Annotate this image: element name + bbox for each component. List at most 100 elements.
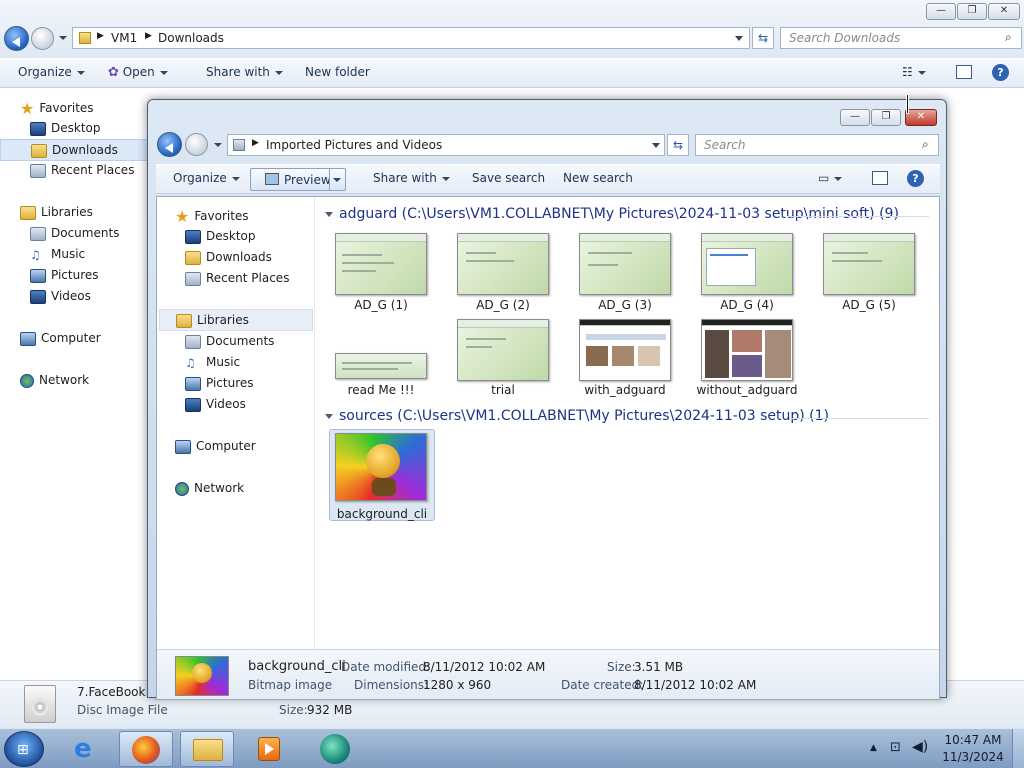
taskbar-internet-explorer[interactable]: e: [62, 731, 116, 767]
recent-pages-dropdown[interactable]: [59, 36, 67, 40]
preview-button[interactable]: Preview: [250, 168, 346, 191]
nav-downloads[interactable]: Downloads: [185, 250, 272, 265]
refresh-icon[interactable]: ⇆: [667, 134, 689, 156]
organize-button[interactable]: Organize: [18, 65, 85, 79]
preview-pane-icon[interactable]: [872, 171, 888, 185]
thumbnail[interactable]: [457, 319, 549, 381]
file-ad-g-3[interactable]: AD_G (3): [565, 298, 685, 312]
search-icon[interactable]: ⌕: [922, 137, 929, 152]
thumbnail[interactable]: [701, 233, 793, 295]
nav-recent-places[interactable]: Recent Places: [185, 271, 289, 286]
file-ad-g-1[interactable]: AD_G (1): [321, 298, 441, 312]
show-desktop-button[interactable]: [1012, 729, 1024, 768]
nav-libraries[interactable]: Libraries: [20, 205, 93, 220]
preview-pane-icon[interactable]: [956, 65, 972, 79]
clock-time[interactable]: 10:47 AM: [938, 733, 1008, 747]
thumbnail[interactable]: [701, 319, 793, 381]
address-dropdown-icon[interactable]: [652, 143, 660, 148]
breadcrumb-vm1[interactable]: VM1: [111, 31, 137, 45]
clock-date[interactable]: 11/3/2024: [938, 750, 1008, 764]
nav-network[interactable]: Network: [175, 481, 244, 496]
nav-favorites[interactable]: ★ Favorites: [20, 99, 94, 118]
nav-pictures[interactable]: Pictures: [185, 376, 254, 391]
search-icon[interactable]: ⌕: [1005, 30, 1012, 45]
change-view-icon[interactable]: ▭: [818, 171, 843, 185]
organize-button[interactable]: Organize: [173, 171, 240, 185]
breadcrumb-imported[interactable]: Imported Pictures and Videos: [266, 138, 442, 152]
close-button[interactable]: ✕: [905, 109, 937, 126]
collapse-icon[interactable]: [325, 413, 333, 419]
back-window-titlebar: — ❐ ✕ ▶ VM1 ▶ Downloads ⇆ Search Downloa…: [0, 0, 1024, 58]
forward-button[interactable]: [31, 27, 54, 50]
thumbnail[interactable]: [823, 233, 915, 295]
address-bar[interactable]: ▶ Imported Pictures and Videos: [227, 134, 665, 156]
taskbar-firefox[interactable]: [119, 731, 173, 767]
file-with-adguard[interactable]: with_adguard: [565, 383, 685, 397]
file-ad-g-5[interactable]: AD_G (5): [809, 298, 929, 312]
file-background-cli[interactable]: background_cli: [322, 507, 442, 521]
forward-button[interactable]: [185, 133, 208, 156]
share-with-button[interactable]: Share with: [373, 171, 450, 185]
file-ad-g-4[interactable]: AD_G (4): [687, 298, 807, 312]
file-ad-g-2[interactable]: AD_G (2): [443, 298, 563, 312]
nav-music[interactable]: ♫ Music: [185, 355, 240, 370]
thumbnail[interactable]: [335, 233, 427, 295]
group-header-sources[interactable]: sources (C:\Users\VM1.COLLABNET\My Pictu…: [325, 408, 829, 424]
preview-dropdown-icon[interactable]: [333, 178, 341, 182]
search-input[interactable]: Search Downloads ⌕: [780, 27, 1022, 49]
thumbnail[interactable]: [579, 233, 671, 295]
nav-computer[interactable]: Computer: [175, 439, 256, 454]
volume-icon[interactable]: ◀): [912, 739, 928, 755]
nav-computer[interactable]: Computer: [20, 331, 101, 346]
nav-libraries[interactable]: Libraries: [159, 309, 313, 331]
nav-videos[interactable]: Videos: [30, 289, 91, 304]
maximize-button[interactable]: ❐: [871, 109, 901, 126]
nav-music[interactable]: ♫ Music: [30, 247, 85, 262]
help-icon[interactable]: ?: [992, 64, 1009, 81]
group-header-adguard[interactable]: adguard (C:\Users\VM1.COLLABNET\My Pictu…: [325, 206, 899, 222]
close-button[interactable]: ✕: [988, 3, 1020, 20]
back-button[interactable]: [157, 132, 182, 157]
thumbnail[interactable]: [335, 353, 427, 379]
nav-videos[interactable]: Videos: [185, 397, 246, 412]
share-with-button[interactable]: Share with: [206, 65, 283, 79]
address-bar[interactable]: ▶ VM1 ▶ Downloads: [72, 27, 750, 49]
breadcrumb-downloads[interactable]: Downloads: [158, 31, 224, 45]
save-search-button[interactable]: Save search: [472, 171, 545, 185]
thumbnail[interactable]: [457, 233, 549, 295]
file-without-adguard[interactable]: without_adguard: [687, 383, 807, 397]
open-button[interactable]: ✿ Open: [108, 65, 168, 80]
taskbar-explorer[interactable]: [180, 731, 234, 767]
network-tray-icon[interactable]: ⊡: [890, 740, 901, 755]
back-button[interactable]: [4, 26, 29, 51]
new-search-button[interactable]: New search: [563, 171, 633, 185]
nav-desktop[interactable]: Desktop: [185, 229, 256, 244]
new-folder-button[interactable]: New folder: [305, 65, 370, 79]
recent-pages-dropdown[interactable]: [214, 143, 222, 147]
maximize-button[interactable]: ❐: [957, 3, 987, 20]
nav-desktop[interactable]: Desktop: [30, 121, 101, 136]
file-trial[interactable]: trial: [443, 383, 563, 397]
nav-recent-places[interactable]: Recent Places: [30, 163, 134, 178]
change-view-icon[interactable]: ☷: [902, 65, 926, 79]
nav-pictures[interactable]: Pictures: [30, 268, 99, 283]
file-read-me[interactable]: read Me !!!: [321, 383, 441, 397]
nav-documents[interactable]: Documents: [30, 226, 119, 241]
taskbar-app[interactable]: [308, 731, 362, 767]
minimize-button[interactable]: —: [840, 109, 870, 126]
show-hidden-icons[interactable]: ▲: [870, 743, 877, 753]
nav-downloads[interactable]: Downloads: [0, 139, 148, 161]
nav-favorites[interactable]: ★ Favorites: [175, 207, 249, 226]
thumbnail[interactable]: [335, 433, 427, 501]
collapse-icon[interactable]: [325, 211, 333, 217]
address-dropdown-icon[interactable]: [735, 36, 743, 41]
thumbnail[interactable]: [579, 319, 671, 381]
taskbar-media-player[interactable]: [241, 731, 295, 767]
refresh-icon[interactable]: ⇆: [752, 27, 774, 49]
nav-network[interactable]: Network: [20, 373, 89, 388]
nav-documents[interactable]: Documents: [185, 334, 274, 349]
search-input[interactable]: Search ⌕: [695, 134, 939, 156]
help-icon[interactable]: ?: [907, 170, 924, 187]
start-button[interactable]: ⊞: [4, 731, 44, 767]
minimize-button[interactable]: —: [926, 3, 956, 20]
